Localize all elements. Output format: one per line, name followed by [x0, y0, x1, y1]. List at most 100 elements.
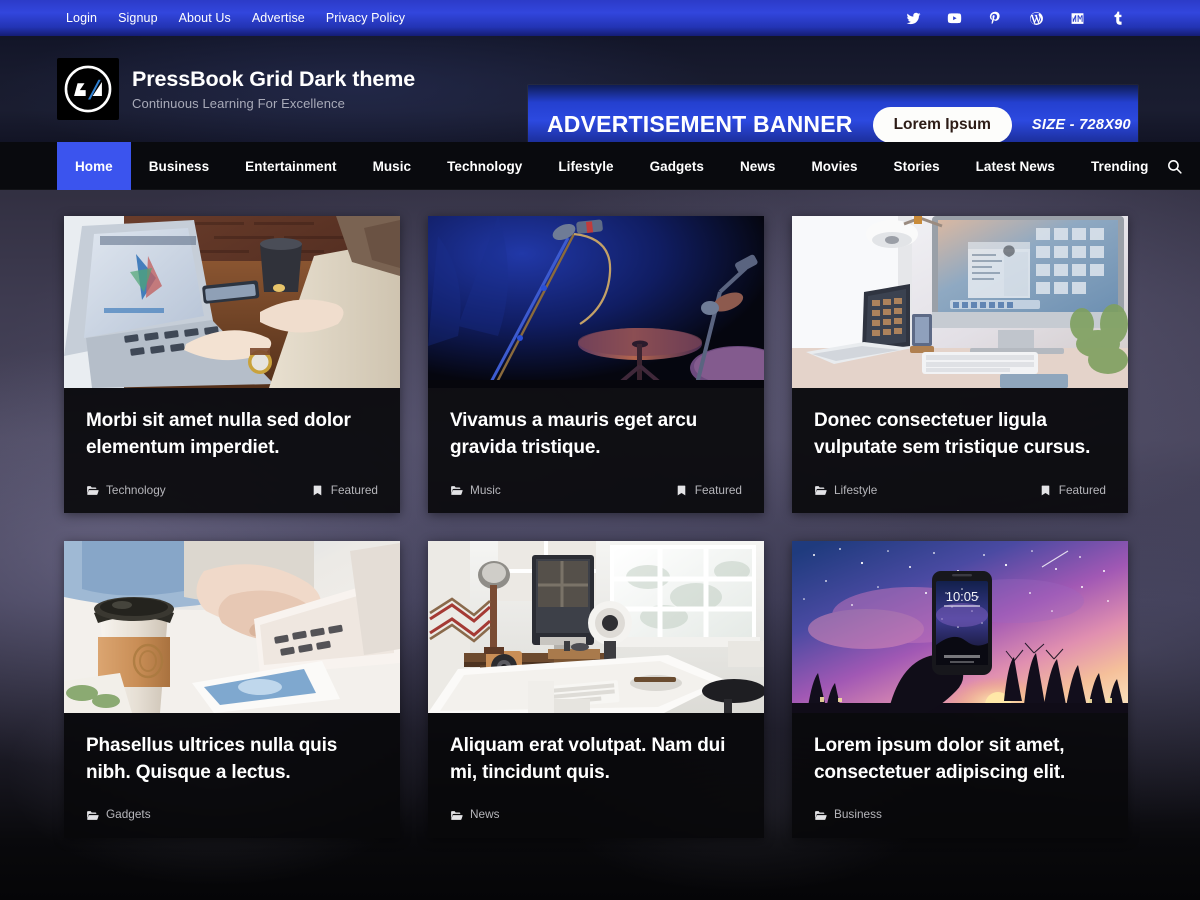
page-root: Login Signup About Us Advertise Privacy …: [0, 0, 1200, 900]
pressbook-logo-icon[interactable]: [57, 58, 119, 120]
twitter-icon[interactable]: [905, 10, 921, 26]
bookmark-icon: [1041, 485, 1050, 496]
post-title[interactable]: Vivamus a mauris eget arcu gravida trist…: [450, 408, 742, 462]
post-body: Lorem ipsum dolor sit amet, consectetuer…: [792, 713, 1128, 838]
phone-starry-sunset-photo[interactable]: 10:05: [792, 540, 1128, 713]
folder-open-icon: [87, 486, 99, 495]
post-card[interactable]: Donec consectetuer ligula vulputate sem …: [792, 216, 1128, 513]
imac-desk-setup-photo[interactable]: [792, 216, 1128, 388]
post-badge-label: Featured: [694, 482, 742, 497]
site-branding[interactable]: PressBook Grid Dark theme Continuous Lea…: [57, 58, 415, 120]
post-grid: Morbi sit amet nulla sed dolor elementum…: [0, 190, 1200, 838]
nav-items: Home Business Entertainment Music Techno…: [57, 142, 1166, 190]
wordpress-icon[interactable]: [1028, 10, 1044, 26]
nav-item-gadgets[interactable]: Gadgets: [632, 142, 722, 190]
ad-banner-size: SIZE - 728X90: [1031, 116, 1131, 133]
post-category-label: Technology: [106, 482, 166, 497]
site-tagline: Continuous Learning For Excellence: [132, 96, 345, 112]
nav-item-stories[interactable]: Stories: [876, 142, 958, 190]
post-card[interactable]: Aliquam erat volutpat. Nam dui mi, tinci…: [428, 540, 764, 838]
post-category-label: Music: [470, 482, 501, 497]
laptop-typing-brick-wall-photo[interactable]: [64, 216, 400, 388]
post-badge[interactable]: Featured: [311, 484, 378, 497]
coffee-cup-laptop-photo[interactable]: [64, 540, 400, 713]
ad-banner-pill[interactable]: Lorem Ipsum: [872, 106, 1012, 143]
nav-item-entertainment[interactable]: Entertainment: [227, 142, 354, 190]
nav-item-trending[interactable]: Trending: [1073, 142, 1166, 190]
nav-item-latest-news[interactable]: Latest News: [958, 142, 1073, 190]
folder-open-icon: [451, 811, 463, 820]
nav-item-news[interactable]: News: [722, 142, 793, 190]
post-meta: Business: [814, 809, 1106, 822]
post-card[interactable]: Vivamus a mauris eget arcu gravida trist…: [428, 216, 764, 513]
post-meta: Music Featured: [450, 484, 742, 497]
top-bar-links: Login Signup About Us Advertise Privacy …: [66, 12, 405, 25]
post-meta: Lifestyle Featured: [814, 484, 1106, 497]
tumblr-icon[interactable]: [1110, 10, 1126, 26]
nav-item-technology[interactable]: Technology: [429, 142, 540, 190]
post-meta: Technology Featured: [86, 484, 378, 497]
post-title[interactable]: Morbi sit amet nulla sed dolor elementum…: [86, 408, 378, 462]
nav-item-lifestyle[interactable]: Lifestyle: [540, 142, 631, 190]
nav-item-business[interactable]: Business: [131, 142, 227, 190]
post-category-label: Gadgets: [106, 807, 151, 822]
post-meta: Gadgets: [86, 809, 378, 822]
main-navigation: Home Business Entertainment Music Techno…: [0, 142, 1200, 190]
topbar-link-advertise[interactable]: Advertise: [252, 12, 305, 25]
stage-microphone-drums-photo[interactable]: [428, 216, 764, 388]
post-category[interactable]: Business: [814, 809, 882, 822]
post-category[interactable]: Gadgets: [86, 809, 151, 822]
bookmark-icon: [313, 485, 322, 496]
top-bar: Login Signup About Us Advertise Privacy …: [0, 0, 1200, 36]
post-card[interactable]: Phasellus ultrices nulla quis nibh. Quis…: [64, 540, 400, 838]
post-category[interactable]: Technology: [86, 484, 166, 497]
post-meta-spacer: [1105, 815, 1106, 816]
post-badge-label: Featured: [1058, 482, 1106, 497]
topbar-link-privacy-policy[interactable]: Privacy Policy: [326, 12, 405, 25]
post-card[interactable]: Morbi sit amet nulla sed dolor elementum…: [64, 216, 400, 513]
svg-text:10:05: 10:05: [946, 589, 979, 604]
nav-item-home[interactable]: Home: [57, 142, 131, 190]
post-title[interactable]: Phasellus ultrices nulla quis nibh. Quis…: [86, 733, 378, 787]
folder-open-icon: [815, 811, 827, 820]
post-badge[interactable]: Featured: [1039, 484, 1106, 497]
post-badge-label: Featured: [330, 482, 378, 497]
post-category[interactable]: Lifestyle: [814, 484, 877, 497]
nav-item-movies[interactable]: Movies: [793, 142, 875, 190]
topbar-link-signup[interactable]: Signup: [118, 12, 158, 25]
social-links: [905, 10, 1126, 26]
post-title[interactable]: Donec consectetuer ligula vulputate sem …: [814, 408, 1106, 462]
post-body: Morbi sit amet nulla sed dolor elementum…: [64, 388, 400, 513]
bookmark-icon: [677, 485, 686, 496]
site-title: PressBook Grid Dark theme: [132, 66, 416, 91]
brand-text: PressBook Grid Dark theme Continuous Lea…: [132, 67, 415, 112]
ad-banner-title: ADVERTISEMENT BANNER: [547, 111, 853, 137]
post-meta-spacer: [741, 815, 742, 816]
medium-icon[interactable]: [1069, 10, 1085, 26]
post-badge[interactable]: Featured: [675, 484, 742, 497]
post-body: Aliquam erat volutpat. Nam dui mi, tinci…: [428, 713, 764, 838]
post-body: Phasellus ultrices nulla quis nibh. Quis…: [64, 713, 400, 838]
post-meta: News: [450, 809, 742, 822]
youtube-icon[interactable]: [946, 10, 962, 26]
nav-item-music[interactable]: Music: [355, 142, 430, 190]
search-icon[interactable]: [1166, 142, 1183, 190]
post-meta-spacer: [377, 815, 378, 816]
post-title[interactable]: Lorem ipsum dolor sit amet, consectetuer…: [814, 733, 1106, 787]
post-title[interactable]: Aliquam erat volutpat. Nam dui mi, tinci…: [450, 733, 742, 787]
folder-open-icon: [451, 486, 463, 495]
post-category[interactable]: News: [450, 809, 500, 822]
folder-open-icon: [87, 811, 99, 820]
post-category-label: Lifestyle: [834, 482, 878, 497]
topbar-link-about-us[interactable]: About Us: [179, 12, 231, 25]
home-office-window-photo[interactable]: [428, 540, 764, 713]
post-category-label: News: [470, 807, 500, 822]
post-card[interactable]: 10:05 Lorem ipsum dolor sit amet, consec…: [792, 540, 1128, 838]
post-category[interactable]: Music: [450, 484, 501, 497]
site-header: PressBook Grid Dark theme Continuous Lea…: [0, 36, 1200, 164]
topbar-link-login[interactable]: Login: [66, 12, 97, 25]
post-body: Donec consectetuer ligula vulputate sem …: [792, 388, 1128, 513]
folder-open-icon: [815, 486, 827, 495]
pinterest-icon[interactable]: [987, 10, 1003, 26]
post-category-label: Business: [834, 807, 882, 822]
